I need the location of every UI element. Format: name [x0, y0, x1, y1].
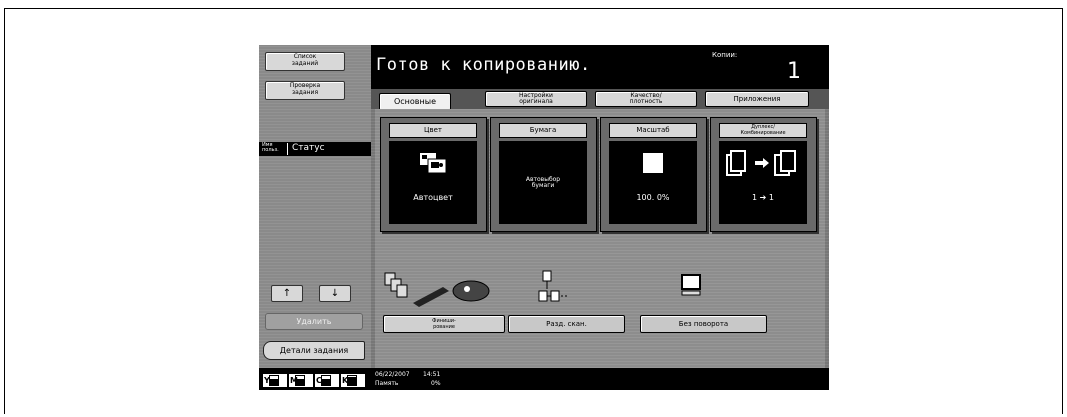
tab-original-label-2: оригинала	[519, 98, 553, 105]
toner-k: K	[341, 374, 365, 387]
duplex-icon	[726, 150, 796, 176]
delete-button[interactable]: Удалить	[265, 313, 363, 330]
job-check-label-2: задания	[291, 89, 319, 96]
paper-card[interactable]: Бумага Автовыбор бумаги	[490, 117, 597, 232]
tab-quality-density[interactable]: Качество/ плотность	[595, 91, 697, 107]
no-rotation-button[interactable]: Без поворота	[640, 315, 767, 333]
job-list-header: Имя польз. Статус	[259, 142, 371, 156]
left-sidebar: Список заданий Проверка задания Имя поль…	[259, 45, 371, 368]
status-time: 14:51	[423, 371, 441, 378]
separate-scan-button[interactable]: Разд. скан.	[508, 315, 625, 333]
toner-m-fill	[296, 378, 304, 385]
duplex-value: 1 ➔ 1	[752, 193, 774, 202]
tab-strip: Основные Настройки оригинала Качество/ п…	[371, 89, 829, 110]
main-area: Основные Настройки оригинала Качество/ п…	[371, 89, 829, 368]
tab-quality-label-2: плотность	[629, 98, 663, 105]
toner-m-gauge	[295, 375, 305, 386]
up-arrow-icon: ↑	[282, 288, 292, 299]
status-date: 06/22/2007	[375, 371, 410, 378]
tab-applications[interactable]: Приложения	[705, 91, 809, 107]
job-list-label-2: заданий	[291, 60, 319, 67]
job-list-label-1: Список	[293, 53, 317, 60]
copies-label: Копии:	[712, 51, 738, 59]
toner-c: C	[315, 374, 339, 387]
toner-c-gauge	[321, 375, 331, 386]
no-rotation-icon	[681, 274, 701, 296]
toner-c-fill	[322, 378, 330, 385]
status-column: Статус	[287, 143, 325, 155]
paper-value-2: бумаги	[531, 182, 555, 189]
finishing-icon	[384, 272, 490, 307]
toner-y: Y	[263, 374, 287, 387]
toner-levels: Y M C K	[259, 371, 371, 390]
color-copy-icon	[420, 153, 447, 174]
memory-value: 0%	[431, 380, 441, 387]
finishing-button[interactable]: Финиши- рование	[383, 315, 505, 333]
duplex-card[interactable]: Дуплекс/ Комбинирование 1 ➔ 1	[710, 117, 817, 232]
zoom-card-header: Масштаб	[609, 123, 697, 138]
separate-scan-icon	[538, 270, 569, 302]
status-bar: 06/22/2007 14:51 Память 0%	[371, 368, 829, 390]
paper-card-body: Автовыбор бумаги	[499, 141, 587, 224]
user-col-label-2: польз.	[262, 147, 279, 153]
scroll-up-button[interactable]: ↑	[271, 285, 303, 302]
finishing-label-2: рование	[433, 324, 455, 330]
toner-k-fill	[348, 376, 356, 385]
tab-original-settings[interactable]: Настройки оригинала	[485, 91, 587, 107]
page-title: Готов к копированию.	[376, 55, 591, 75]
duplex-card-header: Дуплекс/ Комбинирование	[719, 123, 807, 138]
copier-panel: Список заданий Проверка задания Имя поль…	[259, 45, 829, 390]
job-details-button[interactable]: Детали задания	[263, 341, 365, 360]
job-check-button[interactable]: Проверка задания	[265, 81, 345, 100]
job-list-button[interactable]: Список заданий	[265, 52, 345, 71]
color-card-body: Автоцвет	[389, 141, 477, 224]
toner-y-gauge	[269, 375, 279, 386]
copies-count[interactable]: 1	[787, 59, 801, 84]
toner-m: M	[289, 374, 313, 387]
zoom-page-icon	[643, 153, 663, 173]
toner-k-gauge	[347, 375, 357, 386]
tab-basic[interactable]: Основные	[379, 93, 451, 110]
scroll-down-button[interactable]: ↓	[319, 285, 351, 302]
paper-card-header: Бумага	[499, 123, 587, 138]
toner-y-fill	[270, 378, 278, 385]
zoom-card[interactable]: Масштаб 100. 0%	[600, 117, 707, 232]
job-check-label-1: Проверка	[289, 82, 321, 89]
basic-settings-content: Цвет Автоцвет Бумага Автовыбор бумаги Ма…	[375, 109, 825, 368]
zoom-value: 100. 0%	[636, 193, 670, 202]
color-card[interactable]: Цвет Автоцвет	[380, 117, 487, 232]
duplex-header-2: Комбинирование	[740, 130, 786, 136]
down-arrow-icon: ↓	[330, 288, 340, 299]
color-card-header: Цвет	[389, 123, 477, 138]
user-name-column: Имя польз.	[262, 143, 279, 153]
paper-value: Автовыбор бумаги	[499, 177, 587, 189]
memory-label: Память	[375, 380, 399, 387]
duplex-card-body: 1 ➔ 1	[719, 141, 807, 224]
zoom-card-body: 100. 0%	[609, 141, 697, 224]
color-value: Автоцвет	[413, 193, 453, 202]
